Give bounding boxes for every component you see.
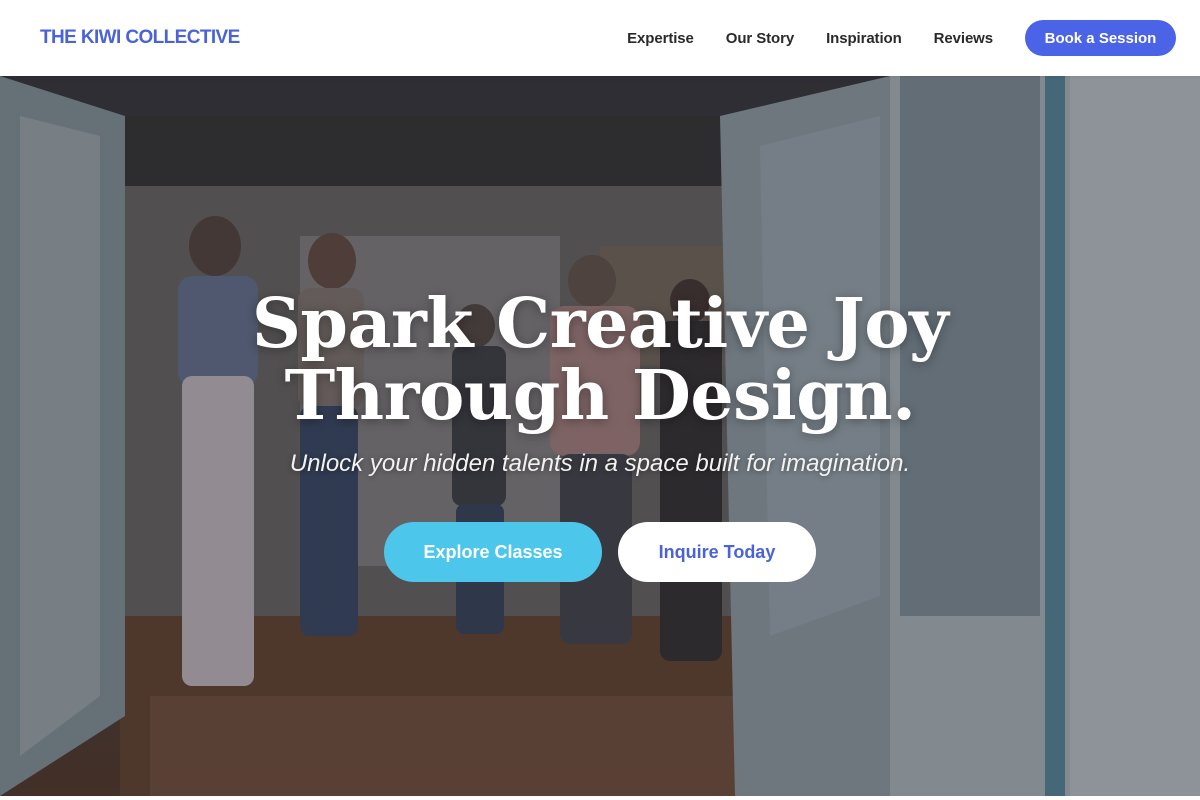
nav-link-our-story[interactable]: Our Story — [726, 30, 794, 47]
hero-headline-line-2: Through Design. — [284, 356, 916, 436]
nav-link-reviews[interactable]: Reviews — [934, 30, 993, 47]
site-header: THE KIWI COLLECTIVE Expertise Our Story … — [0, 0, 1200, 76]
nav-link-inspiration[interactable]: Inspiration — [826, 30, 902, 47]
explore-classes-button[interactable]: Explore Classes — [384, 522, 602, 582]
hero-section: Spark Creative Joy Through Design. Unloc… — [0, 76, 1200, 796]
hero-headline: Spark Creative Joy Through Design. — [150, 288, 1050, 432]
book-session-button[interactable]: Book a Session — [1025, 20, 1176, 56]
hero-headline-line-1: Spark Creative Joy — [251, 284, 949, 364]
nav-link-expertise[interactable]: Expertise — [627, 30, 694, 47]
hero-buttons: Explore Classes Inquire Today — [384, 522, 816, 582]
inquire-today-button[interactable]: Inquire Today — [618, 522, 816, 582]
main-nav: Expertise Our Story Inspiration Reviews — [627, 30, 993, 47]
brand-logo[interactable]: THE KIWI COLLECTIVE — [40, 27, 240, 49]
hero-subheadline: Unlock your hidden talents in a space bu… — [289, 450, 911, 477]
hero-content: Spark Creative Joy Through Design. Unloc… — [0, 76, 1200, 796]
page-bottom-edge — [0, 796, 1200, 800]
